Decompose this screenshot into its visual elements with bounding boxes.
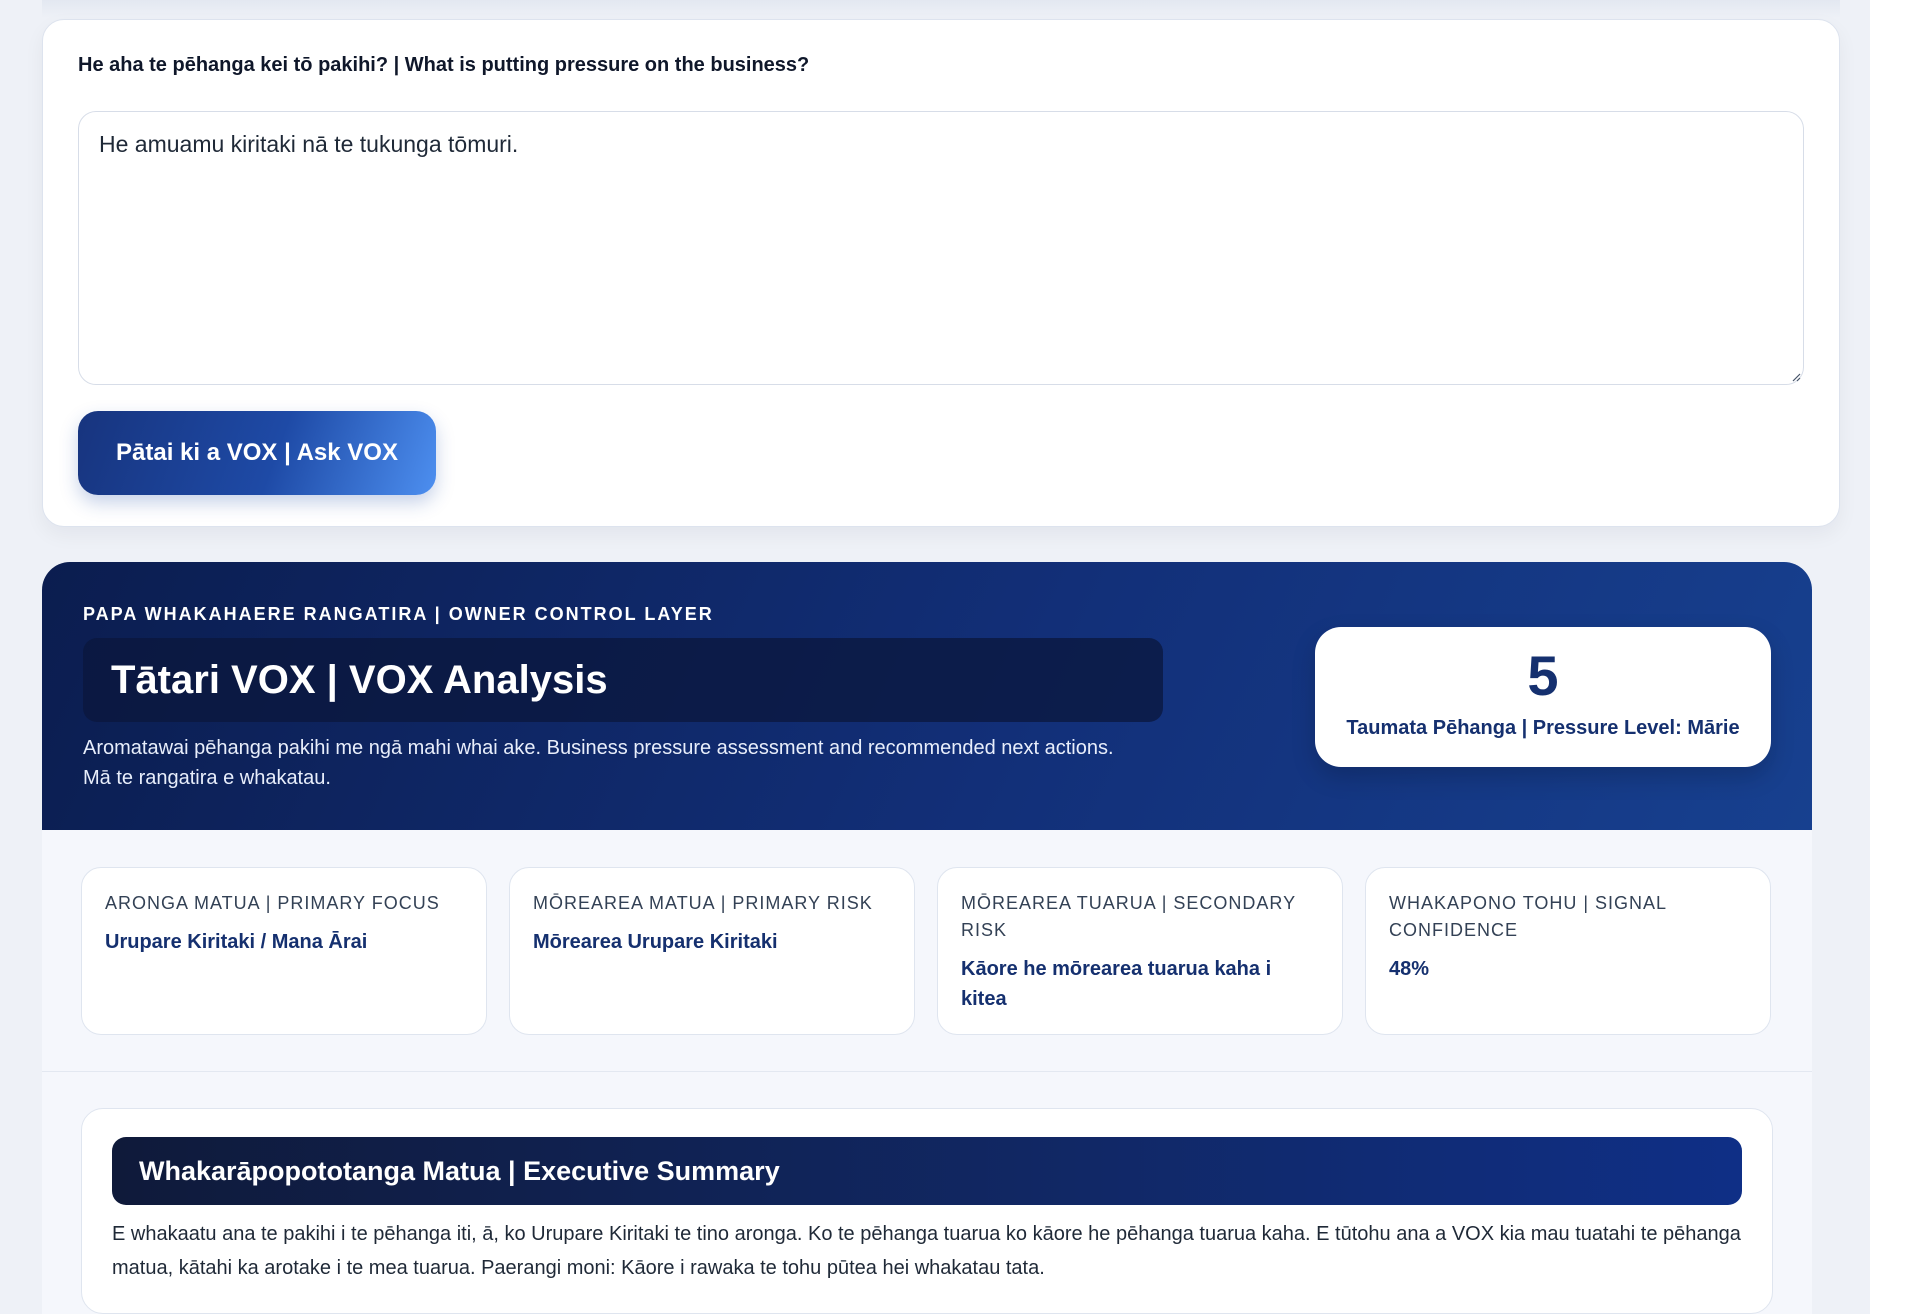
primary-risk-card: Mōrearea Matua | Primary Risk Mōrearea U… (509, 867, 915, 1035)
metric-value: Kāore he mōrearea tuarua kaha i kitea (961, 958, 1272, 1010)
metric-value: Urupare Kiritaki / Mana Ārai (105, 931, 368, 953)
signal-confidence-card: Whakapono Tohu | Signal Confidence 48% (1365, 867, 1771, 1035)
metric-label: Aronga Matua | Primary Focus (105, 893, 440, 913)
metric-label: Whakapono Tohu | Signal Confidence (1389, 893, 1667, 940)
previous-section-edge (42, 0, 1840, 18)
metric-label: Mōrearea Tuarua | Secondary Risk (961, 893, 1296, 940)
analysis-title: Tātari VOX | VOX Analysis (111, 657, 608, 702)
executive-summary-heading: Whakarāpopototanga Matua | Executive Sum… (139, 1155, 780, 1186)
pressure-level-value: 5 (1527, 644, 1559, 707)
pressure-question-input[interactable]: He amuamu kiritaki nā te tukunga tōmuri. (78, 111, 1804, 385)
vox-analysis-panel: PAPA WHAKAHAERE RANGATIRA | OWNER CONTRO… (42, 562, 1812, 1314)
ask-vox-button[interactable]: Pātai ki a VOX | Ask VOX (78, 411, 436, 495)
pressure-level-card: 5 Taumata Pēhanga | Pressure Level: Māri… (1315, 627, 1771, 767)
analysis-title-box: Tātari VOX | VOX Analysis (83, 638, 1163, 722)
analysis-header: PAPA WHAKAHAERE RANGATIRA | OWNER CONTRO… (42, 562, 1812, 830)
primary-focus-card: Aronga Matua | Primary Focus Urupare Kir… (81, 867, 487, 1035)
executive-summary-text: E whakaatu ana te pakihi i te pēhanga it… (112, 1223, 1741, 1279)
resize-handle-icon[interactable] (1791, 372, 1801, 382)
executive-summary-heading-bar: Whakarāpopototanga Matua | Executive Sum… (112, 1137, 1742, 1205)
secondary-risk-card: Mōrearea Tuarua | Secondary Risk Kāore h… (937, 867, 1343, 1035)
analysis-description-line-1: Aromatawai pēhanga pakihi me ngā mahi wh… (83, 737, 1114, 759)
owner-control-layer-eyebrow: PAPA WHAKAHAERE RANGATIRA | OWNER CONTRO… (83, 604, 714, 624)
metric-value: 48% (1389, 958, 1430, 980)
metric-value: Mōrearea Urupare Kiritaki (533, 931, 778, 953)
pressure-question-label: He aha te pēhanga kei tō pakihi? | What … (78, 54, 810, 76)
analysis-description: Aromatawai pēhanga pakihi me ngā mahi wh… (83, 733, 1163, 793)
analysis-description-line-2: Mā te rangatira e whakatau. (83, 767, 331, 789)
ask-vox-card: He aha te pēhanga kei tō pakihi? | What … (42, 19, 1840, 527)
executive-summary-card: Whakarāpopototanga Matua | Executive Sum… (81, 1108, 1773, 1314)
page-scrollbar[interactable] (1870, 0, 1912, 1314)
section-divider (42, 1071, 1812, 1072)
metric-label: Mōrearea Matua | Primary Risk (533, 893, 873, 913)
pressure-level-label: Taumata Pēhanga | Pressure Level: Mārie (1346, 717, 1740, 739)
